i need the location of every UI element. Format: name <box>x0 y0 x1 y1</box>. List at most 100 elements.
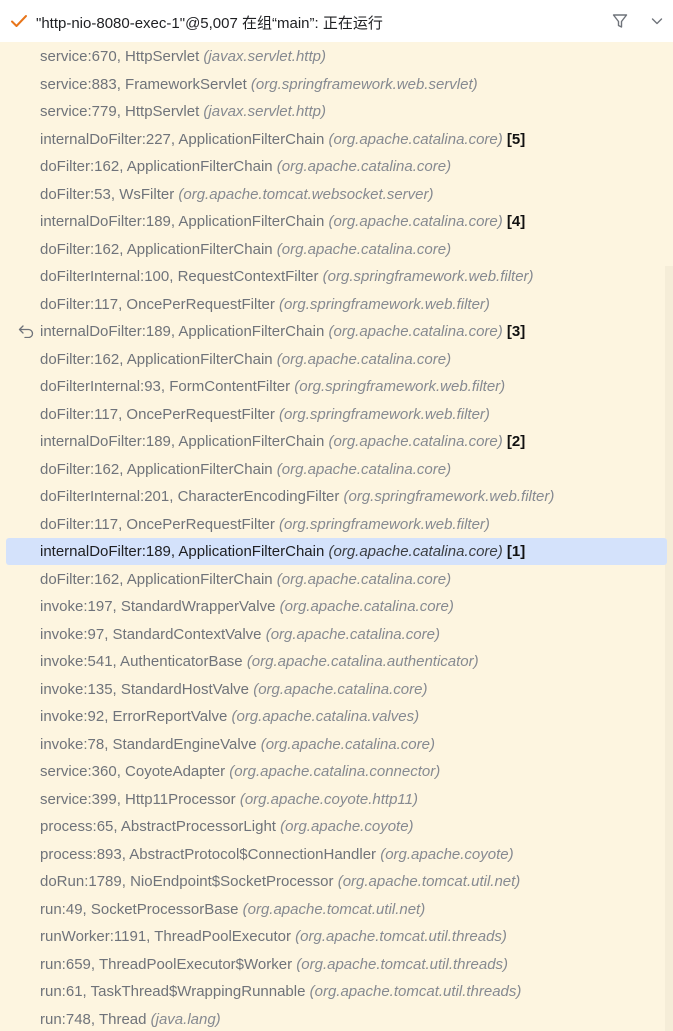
frame-text: doFilter:162, ApplicationFilterChain (or… <box>40 571 451 588</box>
frame-method: doFilter:117, OncePerRequestFilter <box>40 405 275 423</box>
stack-frame-row[interactable]: service:360, CoyoteAdapter (org.apache.c… <box>0 758 667 785</box>
frame-text: doFilterInternal:201, CharacterEncodingF… <box>40 488 554 505</box>
frame-method: doRun:1789, NioEndpoint$SocketProcessor <box>40 873 334 890</box>
frame-method: doFilterInternal:93, FormContentFilter <box>40 378 291 395</box>
stack-frame-row[interactable]: process:65, AbstractProcessorLight (org.… <box>0 813 667 840</box>
stack-frame-row[interactable]: doFilterInternal:201, CharacterEncodingF… <box>0 483 667 510</box>
frame-method: process:65, AbstractProcessorLight <box>40 818 276 835</box>
stack-frame-row[interactable]: doFilter:53, WsFilter (org.apache.tomcat… <box>0 181 667 208</box>
frame-package: (org.apache.catalina.valves) <box>231 708 420 725</box>
stack-frame-row[interactable]: internalDoFilter:227, ApplicationFilterC… <box>0 126 667 153</box>
frame-method: internalDoFilter:189, ApplicationFilterC… <box>40 323 325 340</box>
stack-frame-row-selected[interactable]: internalDoFilter:189, ApplicationFilterC… <box>6 538 667 565</box>
frame-text: run:659, ThreadPoolExecutor$Worker (org.… <box>40 956 508 973</box>
frame-package: (org.apache.coyote.http11) <box>239 790 418 808</box>
frame-text: internalDoFilter:189, ApplicationFilterC… <box>40 433 525 450</box>
frame-package: (org.apache.catalina.core) <box>276 570 452 588</box>
frame-text: doFilter:162, ApplicationFilterChain (or… <box>40 158 451 175</box>
frame-text: invoke:97, StandardContextValve (org.apa… <box>40 626 440 643</box>
stack-frame-list[interactable]: service:670, HttpServlet (javax.servlet.… <box>0 42 673 1031</box>
stack-frame-row[interactable]: internalDoFilter:189, ApplicationFilterC… <box>0 318 667 345</box>
stack-frame-row[interactable]: doFilterInternal:93, FormContentFilter (… <box>0 373 667 400</box>
stack-frame-row[interactable]: process:893, AbstractProtocol$Connection… <box>0 841 667 868</box>
stack-frame-row[interactable]: doFilter:162, ApplicationFilterChain (or… <box>0 456 667 483</box>
stack-frame-row[interactable]: runWorker:1191, ThreadPoolExecutor (org.… <box>0 923 667 950</box>
frame-package: (org.apache.tomcat.util.net) <box>242 900 426 918</box>
stack-frame-row[interactable]: invoke:92, ErrorReportValve (org.apache.… <box>0 703 667 730</box>
frame-text: doFilter:162, ApplicationFilterChain (or… <box>40 351 451 368</box>
stack-frame-row[interactable]: doRun:1789, NioEndpoint$SocketProcessor … <box>0 868 667 895</box>
frame-method: doFilter:162, ApplicationFilterChain <box>40 240 273 258</box>
stack-frame-row[interactable]: run:659, ThreadPoolExecutor$Worker (org.… <box>0 951 667 978</box>
frame-method: run:748, Thread <box>40 1010 147 1028</box>
stack-frame-row[interactable]: invoke:135, StandardHostValve (org.apach… <box>0 676 667 703</box>
stack-frame-row[interactable]: doFilterInternal:100, RequestContextFilt… <box>0 263 667 290</box>
frame-method: service:670, HttpServlet <box>40 48 200 65</box>
frame-text: doFilter:117, OncePerRequestFilter (org.… <box>40 406 490 423</box>
frame-method: internalDoFilter:189, ApplicationFilterC… <box>40 433 325 450</box>
frame-package: (org.apache.catalina.core) <box>276 240 452 258</box>
stack-frame-row[interactable]: invoke:97, StandardContextValve (org.apa… <box>0 621 667 648</box>
frame-package: (org.springframework.web.filter) <box>279 295 490 313</box>
frame-method: doFilterInternal:201, CharacterEncodingF… <box>40 488 340 505</box>
stack-frame-row[interactable]: doFilter:117, OncePerRequestFilter (org.… <box>0 401 667 428</box>
stack-frame-row[interactable]: doFilter:162, ApplicationFilterChain (or… <box>0 566 667 593</box>
frame-method: invoke:541, AuthenticatorBase <box>40 653 243 670</box>
frame-package: (org.apache.catalina.connector) <box>229 763 441 780</box>
filter-icon[interactable] <box>611 12 629 30</box>
frame-method: run:49, SocketProcessorBase <box>40 900 239 918</box>
frame-package: (org.apache.tomcat.util.threads) <box>295 928 507 945</box>
frame-package: (org.springframework.web.filter) <box>279 405 490 423</box>
stack-frame-row[interactable]: service:670, HttpServlet (javax.servlet.… <box>0 43 667 70</box>
frame-depth-badge: [4] <box>506 213 526 230</box>
stack-frame-row[interactable]: run:748, Thread (java.lang) <box>0 1006 667 1031</box>
frame-package: (org.apache.coyote) <box>280 818 414 835</box>
stack-frame-row[interactable]: doFilter:162, ApplicationFilterChain (or… <box>0 153 667 180</box>
frame-package: (org.apache.catalina.core) <box>276 460 452 478</box>
frame-package: (org.apache.tomcat.util.net) <box>337 873 521 890</box>
stack-frame-row[interactable]: invoke:197, StandardWrapperValve (org.ap… <box>0 593 667 620</box>
thread-header[interactable]: "http-nio-8080-exec-1"@5,007 在组“main”: 正… <box>0 0 673 42</box>
frame-method: doFilterInternal:100, RequestContextFilt… <box>40 268 319 285</box>
frame-package: (org.apache.catalina.core) <box>328 213 503 230</box>
frame-text: internalDoFilter:189, ApplicationFilterC… <box>40 213 525 230</box>
stack-frame-row[interactable]: invoke:78, StandardEngineValve (org.apac… <box>0 731 667 758</box>
frame-method: doFilter:162, ApplicationFilterChain <box>40 158 273 175</box>
stack-frame-row[interactable]: invoke:541, AuthenticatorBase (org.apach… <box>0 648 667 675</box>
stack-frame-row[interactable]: doFilter:162, ApplicationFilterChain (or… <box>0 236 667 263</box>
chevron-down-icon[interactable] <box>650 14 664 28</box>
frame-text: invoke:92, ErrorReportValve (org.apache.… <box>40 708 419 725</box>
frame-text: internalDoFilter:227, ApplicationFilterC… <box>40 131 525 148</box>
frame-text: doFilter:53, WsFilter (org.apache.tomcat… <box>40 186 434 203</box>
stack-frame-row[interactable]: doFilter:162, ApplicationFilterChain (or… <box>0 346 667 373</box>
return-icon <box>18 325 34 338</box>
frame-text: invoke:135, StandardHostValve (org.apach… <box>40 681 427 698</box>
frame-method: invoke:135, StandardHostValve <box>40 680 250 698</box>
frame-text: run:61, TaskThread$WrappingRunnable (org… <box>40 983 521 1000</box>
frame-text: runWorker:1191, ThreadPoolExecutor (org.… <box>40 928 507 945</box>
stack-frame-row[interactable]: service:883, FrameworkServlet (org.sprin… <box>0 71 667 98</box>
frame-method: invoke:78, StandardEngineValve <box>40 735 257 753</box>
frame-package: (org.springframework.web.filter) <box>294 378 506 395</box>
frame-text: service:670, HttpServlet (javax.servlet.… <box>40 48 326 65</box>
frame-method: invoke:97, StandardContextValve <box>40 625 262 643</box>
frame-text: invoke:197, StandardWrapperValve (org.ap… <box>40 598 454 615</box>
stack-frame-row[interactable]: doFilter:117, OncePerRequestFilter (org.… <box>0 511 667 538</box>
frame-text: internalDoFilter:189, ApplicationFilterC… <box>40 543 525 560</box>
stack-frame-row[interactable]: run:61, TaskThread$WrappingRunnable (org… <box>0 978 667 1005</box>
frame-package: (org.apache.tomcat.util.threads) <box>309 983 522 1000</box>
frame-depth-badge: [1] <box>506 543 526 560</box>
frame-method: doFilter:117, OncePerRequestFilter <box>40 295 275 313</box>
frame-method: run:61, TaskThread$WrappingRunnable <box>40 983 306 1000</box>
stack-frame-row[interactable]: service:779, HttpServlet (javax.servlet.… <box>0 98 667 125</box>
frame-package: (org.springframework.web.servlet) <box>250 75 478 93</box>
stack-frame-row[interactable]: doFilter:117, OncePerRequestFilter (org.… <box>0 291 667 318</box>
stack-frame-row[interactable]: internalDoFilter:189, ApplicationFilterC… <box>0 208 667 235</box>
thread-title: "http-nio-8080-exec-1"@5,007 在组“main”: 正… <box>36 15 383 32</box>
frame-package: (org.apache.tomcat.websocket.server) <box>178 185 434 203</box>
stack-frame-row[interactable]: internalDoFilter:189, ApplicationFilterC… <box>0 428 667 455</box>
frame-depth-badge: [3] <box>506 323 526 340</box>
frame-text: doFilter:162, ApplicationFilterChain (or… <box>40 461 451 478</box>
stack-frame-row[interactable]: service:399, Http11Processor (org.apache… <box>0 786 667 813</box>
stack-frame-row[interactable]: run:49, SocketProcessorBase (org.apache.… <box>0 896 667 923</box>
